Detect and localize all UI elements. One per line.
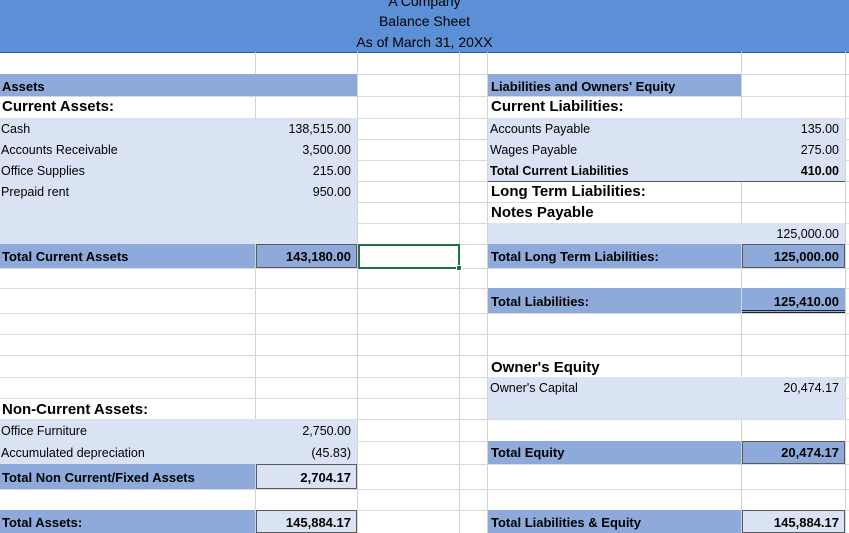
notes-payable-label[interactable]: Notes Payable	[491, 204, 594, 221]
owners-capital-label[interactable]: Owner's Capital	[490, 381, 578, 396]
ap-value[interactable]: 135.00	[742, 122, 839, 137]
assets-heading: Assets	[2, 79, 45, 94]
sheet-date: As of March 31, 20XX	[356, 34, 493, 50]
ap-label[interactable]: Accounts Payable	[490, 122, 590, 137]
rent-label[interactable]: Prepaid rent	[1, 185, 69, 200]
gridline-v	[357, 52, 358, 533]
furniture-label[interactable]: Office Furniture	[1, 424, 87, 439]
total-assets-value[interactable]: 145,884.17	[256, 515, 351, 530]
total-assets-label[interactable]: Total Assets:	[2, 515, 82, 530]
wages-label[interactable]: Wages Payable	[490, 143, 577, 158]
supplies-label[interactable]: Office Supplies	[1, 164, 85, 179]
depreciation-label[interactable]: Accumulated depreciation	[1, 446, 145, 461]
total-current-assets-value[interactable]: 143,180.00	[256, 249, 351, 264]
blank-equity-row-fill	[488, 398, 845, 419]
total-longterm-value[interactable]: 125,000.00	[742, 249, 839, 264]
current-liabilities-heading: Current Liabilities:	[491, 98, 624, 115]
total-liabilities-value[interactable]: 125,410.00	[742, 294, 839, 309]
blank-row-fill	[0, 202, 357, 224]
furniture-value[interactable]: 2,750.00	[256, 424, 351, 439]
rent-value[interactable]: 950.00	[256, 185, 351, 200]
gridline-h	[0, 313, 849, 314]
gridline-h	[0, 355, 849, 356]
company-name: A Company	[388, 0, 461, 9]
total-liab-equity-label[interactable]: Total Liabilities & Equity	[491, 515, 641, 530]
liabilities-heading: Liabilities and Owners' Equity	[491, 79, 676, 94]
total-longterm-label[interactable]: Total Long Term Liabilities:	[491, 249, 659, 264]
blank-row-fill	[0, 223, 357, 244]
total-current-liab-label[interactable]: Total Current Liabilities	[490, 164, 629, 179]
total-equity-label[interactable]: Total Equity	[491, 445, 564, 460]
total-liab-equity-value[interactable]: 145,884.17	[742, 515, 839, 530]
notes-payable-value[interactable]: 125,000.00	[742, 227, 839, 242]
cash-value[interactable]: 138,515.00	[256, 122, 351, 137]
gridline-v	[459, 52, 460, 533]
assets-heading-fill	[0, 74, 357, 96]
total-equity-value[interactable]: 20,474.17	[742, 445, 839, 460]
depreciation-value[interactable]: (45.83)	[256, 446, 351, 461]
total-noncurrent-value[interactable]: 2,704.17	[256, 470, 351, 485]
ar-value[interactable]: 3,500.00	[256, 143, 351, 158]
total-noncurrent-label[interactable]: Total Non Current/Fixed Assets	[2, 470, 195, 485]
total-current-liab-value[interactable]: 410.00	[742, 164, 839, 179]
ar-label[interactable]: Accounts Receivable	[1, 143, 118, 158]
gridline-h	[0, 334, 849, 335]
noncurrent-assets-heading: Non-Current Assets:	[2, 401, 149, 418]
sheet-title: Balance Sheet	[378, 13, 471, 29]
gridline-v	[845, 52, 846, 533]
active-cell-selection[interactable]	[358, 244, 460, 269]
title-band: A Company Balance Sheet As of March 31, …	[0, 0, 849, 53]
owners-equity-heading: Owner's Equity	[491, 359, 600, 376]
wages-value[interactable]: 275.00	[742, 143, 839, 158]
cash-label[interactable]: Cash	[1, 122, 30, 137]
supplies-value[interactable]: 215.00	[256, 164, 351, 179]
gridline-h	[0, 489, 849, 490]
fill-handle[interactable]	[456, 265, 462, 271]
spreadsheet-grid[interactable]: A Company Balance Sheet As of March 31, …	[0, 0, 849, 533]
gridline-h	[0, 96, 849, 97]
total-current-assets-label[interactable]: Total Current Assets	[2, 249, 128, 264]
owners-capital-value[interactable]: 20,474.17	[742, 381, 839, 396]
longterm-liabilities-heading: Long Term Liabilities:	[491, 183, 646, 200]
total-liabilities-label[interactable]: Total Liabilities:	[491, 294, 589, 309]
current-assets-heading: Current Assets:	[2, 98, 114, 115]
